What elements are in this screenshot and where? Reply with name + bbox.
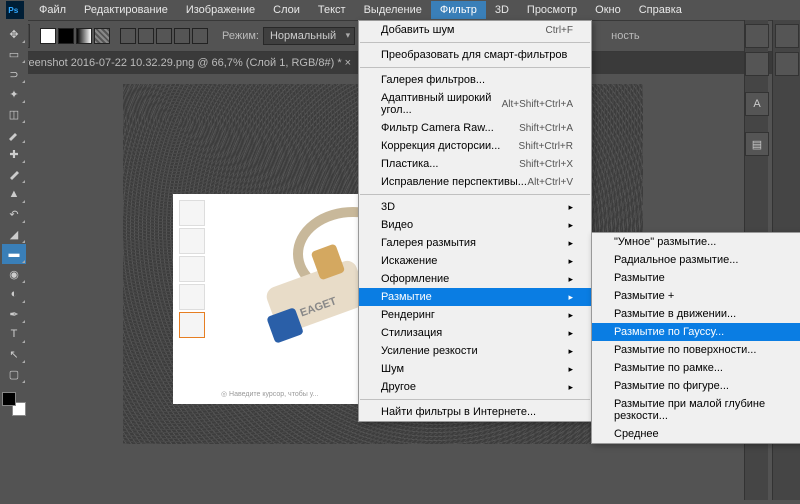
- panel-icon-layers[interactable]: [775, 24, 799, 48]
- menu-item-camera-raw[interactable]: Фильтр Camera Raw...Shift+Ctrl+A: [359, 119, 591, 137]
- menu-file[interactable]: Файл: [30, 1, 75, 19]
- menu-window[interactable]: Окно: [586, 1, 630, 19]
- fill-gradient-swatch[interactable]: [76, 28, 92, 44]
- menu-sub-3d[interactable]: 3D▸: [359, 198, 591, 216]
- pen-tool[interactable]: ✒: [2, 304, 26, 324]
- fill-background-swatch[interactable]: [58, 28, 74, 44]
- mode-select[interactable]: Нормальный: [263, 27, 355, 45]
- brush-tool[interactable]: [2, 164, 26, 184]
- fill-swatches: [40, 28, 110, 44]
- menu-item-filter-gallery[interactable]: Галерея фильтров...: [359, 71, 591, 89]
- gradient-type-2[interactable]: [138, 28, 154, 44]
- submenu-item-gaussian-blur[interactable]: Размытие по Гауссу...: [592, 323, 800, 341]
- history-brush-tool[interactable]: ↶: [2, 204, 26, 224]
- menu-text[interactable]: Текст: [309, 1, 355, 19]
- menu-filter[interactable]: Фильтр: [431, 1, 486, 19]
- lasso-tool[interactable]: ⊃: [2, 64, 26, 84]
- type-tool[interactable]: T: [2, 324, 26, 344]
- menu-item-liquify[interactable]: Пластика...Shift+Ctrl+X: [359, 155, 591, 173]
- menu-sub-stylize[interactable]: Стилизация▸: [359, 324, 591, 342]
- menubar: Ps Файл Редактирование Изображение Слои …: [0, 0, 800, 20]
- submenu-item-radial-blur[interactable]: Радиальное размытие...: [592, 251, 800, 269]
- menu-item-browse-filters[interactable]: Найти фильтры в Интернете...: [359, 403, 591, 421]
- menu-layers[interactable]: Слои: [264, 1, 309, 19]
- path-select-tool[interactable]: ↖: [2, 344, 26, 364]
- marquee-tool[interactable]: ▭: [2, 44, 26, 64]
- close-tab-icon[interactable]: ×: [345, 57, 351, 69]
- menu-sub-render[interactable]: Рендеринг▸: [359, 306, 591, 324]
- menu-sub-distort[interactable]: Искажение▸: [359, 252, 591, 270]
- menu-sub-noise[interactable]: Шум▸: [359, 360, 591, 378]
- filter-menu-dropdown: Добавить шумCtrl+F Преобразовать для сма…: [358, 20, 592, 422]
- submenu-item-lens-blur[interactable]: Размытие при малой глубине резкости...: [592, 395, 800, 425]
- healing-tool[interactable]: ✚: [2, 144, 26, 164]
- submenu-item-shape-blur[interactable]: Размытие по фигуре...: [592, 377, 800, 395]
- menu-item-vanishing-point[interactable]: Исправление перспективы...Alt+Ctrl+V: [359, 173, 591, 191]
- dodge-tool[interactable]: ◐: [2, 284, 26, 304]
- submenu-item-blur[interactable]: Размытие: [592, 269, 800, 287]
- submenu-item-surface-blur[interactable]: Размытие по поверхности...: [592, 341, 800, 359]
- menu-item-lens-correction[interactable]: Коррекция дисторсии...Shift+Ctrl+R: [359, 137, 591, 155]
- menu-select[interactable]: Выделение: [355, 1, 431, 19]
- mode-label: Режим:: [222, 30, 259, 42]
- menu-image[interactable]: Изображение: [177, 1, 264, 19]
- opacity-label-partial: ность: [611, 30, 639, 42]
- thumbnail[interactable]: [179, 284, 205, 310]
- menu-separator: [360, 42, 590, 43]
- menu-separator: [360, 399, 590, 400]
- fill-foreground-swatch[interactable]: [40, 28, 56, 44]
- svg-text:Ps: Ps: [8, 6, 19, 15]
- menu-edit[interactable]: Редактирование: [75, 1, 177, 19]
- color-picker[interactable]: [2, 392, 26, 416]
- thumbnail[interactable]: [179, 228, 205, 254]
- gradient-type-5[interactable]: [192, 28, 208, 44]
- menu-view[interactable]: Просмотр: [518, 1, 586, 19]
- submenu-item-motion-blur[interactable]: Размытие в движении...: [592, 305, 800, 323]
- foreground-color-swatch[interactable]: [2, 392, 16, 406]
- menu-item-last-filter[interactable]: Добавить шумCtrl+F: [359, 21, 591, 39]
- move-tool[interactable]: ✥: [2, 24, 26, 44]
- eyedropper-tool[interactable]: [2, 124, 26, 144]
- menu-sub-pixelate[interactable]: Оформление▸: [359, 270, 591, 288]
- menu-help[interactable]: Справка: [630, 1, 691, 19]
- panel-icon-channels[interactable]: [775, 52, 799, 76]
- thumbnail[interactable]: [179, 256, 205, 282]
- menu-item-smart-filters[interactable]: Преобразовать для смарт-фильтров: [359, 46, 591, 64]
- gradient-type-3[interactable]: [156, 28, 172, 44]
- photoshop-logo-icon: Ps: [4, 1, 26, 19]
- magic-wand-tool[interactable]: ✦: [2, 84, 26, 104]
- hover-hint: ◎ Наведите курсор, чтобы у...: [221, 390, 318, 398]
- panel-icon-swatches[interactable]: [745, 52, 769, 76]
- menu-sub-blur[interactable]: Размытие▸: [359, 288, 591, 306]
- shape-tool[interactable]: ▢: [2, 364, 26, 384]
- blur-submenu: "Умное" размытие... Радиальное размытие.…: [591, 232, 800, 444]
- submenu-item-blur-more[interactable]: Размытие +: [592, 287, 800, 305]
- toolbox: ✥ ▭ ⊃ ✦ ◫ ✚ ▲ ↶ ◢ ▬ ◉ ◐ ✒ T ↖ ▢: [0, 20, 28, 420]
- submenu-item-box-blur[interactable]: Размытие по рамке...: [592, 359, 800, 377]
- menu-separator: [360, 194, 590, 195]
- gradient-type-1[interactable]: [120, 28, 136, 44]
- stamp-tool[interactable]: ▲: [2, 184, 26, 204]
- eraser-tool[interactable]: ◢: [2, 224, 26, 244]
- fill-pattern-swatch[interactable]: [94, 28, 110, 44]
- menu-sub-other[interactable]: Другое▸: [359, 378, 591, 396]
- blur-tool[interactable]: ◉: [2, 264, 26, 284]
- menu-sub-blur-gallery[interactable]: Галерея размытия▸: [359, 234, 591, 252]
- thumbnail-selected[interactable]: [179, 312, 205, 338]
- menu-sub-sharpen[interactable]: Усиление резкости▸: [359, 342, 591, 360]
- menu-item-adaptive-wide[interactable]: Адаптивный широкий угол...Alt+Shift+Ctrl…: [359, 89, 591, 119]
- document-tab[interactable]: Screenshot 2016-07-22 10.32.29.png @ 66,…: [6, 54, 357, 72]
- menu-separator: [360, 67, 590, 68]
- submenu-item-average[interactable]: Среднее: [592, 425, 800, 443]
- menu-3d[interactable]: 3D: [486, 1, 518, 19]
- crop-tool[interactable]: ◫: [2, 104, 26, 124]
- submenu-item-smart-blur[interactable]: "Умное" размытие...: [592, 233, 800, 251]
- gradient-tool[interactable]: ▬: [2, 244, 26, 264]
- menu-sub-video[interactable]: Видео▸: [359, 216, 591, 234]
- thumbnail-list: [179, 200, 205, 338]
- panel-icon-color[interactable]: [745, 24, 769, 48]
- thumbnail[interactable]: [179, 200, 205, 226]
- gradient-type-4[interactable]: [174, 28, 190, 44]
